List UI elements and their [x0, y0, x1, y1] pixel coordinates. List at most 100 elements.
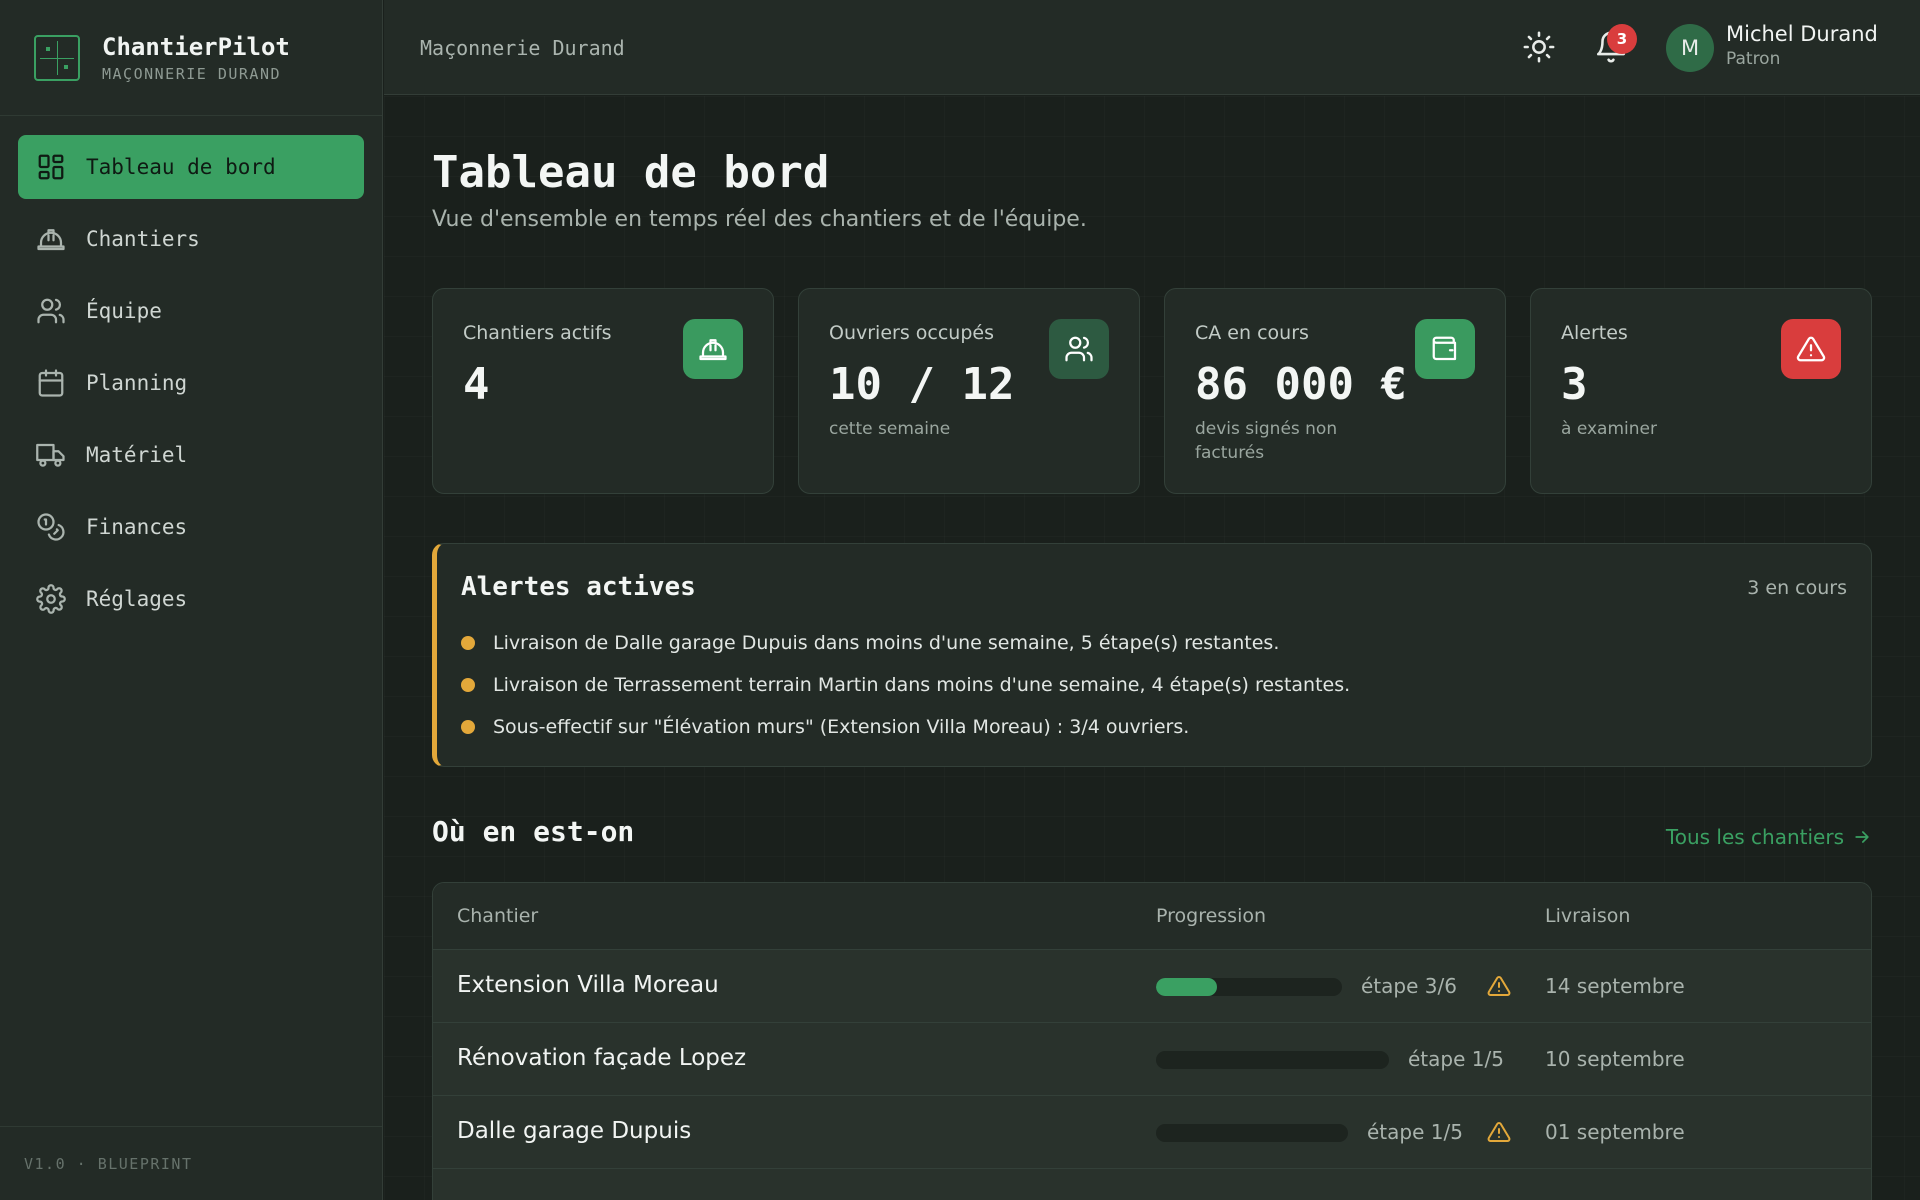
warning-icon [1487, 1120, 1511, 1144]
stat-card-alertes: Alertes 3 à examiner [1530, 288, 1872, 494]
table-row[interactable]: Rénovation façade Lopez étape 1/5 10 sep… [433, 1022, 1871, 1095]
stat-label: Alertes [1561, 322, 1628, 344]
users-icon [37, 298, 65, 324]
progress-fill [1156, 978, 1218, 996]
sidebar-item-finances[interactable]: Finances [18, 495, 364, 559]
wallet-icon [1432, 336, 1457, 361]
arrow-right-icon [1855, 831, 1869, 843]
dashboard-icon [38, 154, 64, 180]
sidebar-item-label: Planning [86, 371, 188, 395]
stat-card-chantiers: Chantiers actifs 4 [432, 288, 774, 494]
brand-logo-icon [34, 34, 80, 81]
project-step: étape 1/5 [1367, 1120, 1463, 1144]
project-name: Dalle garage Dupuis [457, 1118, 692, 1144]
progress-bar [1156, 1124, 1348, 1142]
stat-label: Ouvriers occupés [829, 322, 994, 344]
project-name: Extension Villa Moreau [457, 972, 719, 998]
stat-note: devis signés non facturés [1195, 419, 1338, 463]
alert-dot-icon [461, 636, 475, 650]
hardhat-icon [37, 229, 65, 251]
table-row[interactable]: Dalle garage Dupuis étape 1/5 01 septemb… [433, 1095, 1871, 1168]
sidebar-item-label: Tableau de bord [86, 155, 276, 179]
progress-bar [1156, 1051, 1389, 1069]
calendar-icon [38, 369, 64, 397]
all-projects-link[interactable]: Tous les chantiers [1666, 825, 1872, 849]
brand-subtitle: MAÇONNERIE DURAND [102, 64, 282, 83]
alerts-title: Alertes actives [461, 572, 696, 602]
sidebar-item-label: Finances [86, 515, 188, 539]
sidebar-nav: Tableau de bord Chantiers Équipe Plannin… [0, 116, 382, 658]
stat-icon-badge [1781, 319, 1841, 379]
gear-icon [36, 584, 66, 614]
stat-value: 10 / 12 [829, 359, 1015, 410]
section-title: Où en est-on [432, 815, 635, 848]
project-delivery-date: 10 septembre [1545, 1047, 1685, 1071]
table-header: Chantier Progression Livraison [433, 883, 1871, 949]
coins-icon [37, 513, 65, 541]
sidebar-item-label: Équipe [86, 299, 162, 323]
sidebar: ChantierPilot MAÇONNERIE DURAND Tableau … [0, 0, 383, 1200]
column-header-progression: Progression [1156, 905, 1267, 927]
org-name: Maçonnerie Durand [420, 36, 625, 60]
project-step: étape 3/6 [1361, 974, 1457, 998]
stat-value: 3 [1561, 359, 1588, 410]
brand[interactable]: ChantierPilot MAÇONNERIE DURAND [0, 0, 382, 116]
stat-value: 86 000 € [1195, 359, 1407, 410]
alert-item[interactable]: Livraison de Dalle garage Dupuis dans mo… [461, 632, 1279, 654]
column-header-chantier: Chantier [457, 905, 539, 927]
table-row[interactable] [433, 1168, 1871, 1200]
sidebar-item-equipe[interactable]: Équipe [18, 279, 364, 343]
alert-dot-icon [461, 678, 475, 692]
alert-text: Livraison de Terrassement terrain Martin… [493, 674, 1351, 696]
stat-icon-badge [1415, 319, 1475, 379]
topbar: Maçonnerie Durand 3 M Michel Durand Patr… [384, 0, 1920, 95]
column-header-livraison: Livraison [1545, 905, 1631, 927]
version-label: V1.0 · BLUEPRINT [0, 1126, 382, 1200]
sidebar-item-planning[interactable]: Planning [18, 351, 364, 415]
alert-dot-icon [461, 720, 475, 734]
page-title: Tableau de bord [432, 147, 830, 198]
stat-card-ouvriers: Ouvriers occupés 10 / 12 cette semaine [798, 288, 1140, 494]
stat-value: 4 [463, 359, 490, 410]
warning-icon [1487, 974, 1511, 998]
link-label: Tous les chantiers [1665, 825, 1844, 849]
avatar[interactable]: M [1666, 24, 1714, 72]
stat-card-ca: CA en cours 86 000 € devis signés non fa… [1164, 288, 1506, 494]
alert-item[interactable]: Livraison de Terrassement terrain Martin… [461, 674, 1350, 696]
sidebar-item-materiel[interactable]: Matériel [18, 423, 364, 487]
sidebar-item-dashboard[interactable]: Tableau de bord [18, 135, 364, 199]
stat-label: CA en cours [1195, 322, 1309, 344]
stat-label: Chantiers actifs [463, 322, 612, 344]
table-row[interactable]: Extension Villa Moreau étape 3/6 14 sept… [433, 949, 1871, 1022]
notification-badge: 3 [1607, 24, 1637, 54]
alert-item[interactable]: Sous-effectif sur "Élévation murs" (Exte… [461, 716, 1189, 738]
stat-note: à examiner [1561, 419, 1657, 439]
brand-name: ChantierPilot [102, 32, 290, 61]
alert-text: Sous-effectif sur "Élévation murs" (Exte… [493, 716, 1190, 738]
alerts-count: 3 en cours [1747, 577, 1847, 599]
sidebar-item-reglages[interactable]: Réglages [18, 567, 364, 631]
users-icon [1065, 336, 1093, 362]
project-delivery-date: 14 septembre [1545, 974, 1685, 998]
hardhat-icon [699, 339, 727, 361]
project-delivery-date: 01 septembre [1545, 1120, 1685, 1144]
warning-icon [1796, 336, 1826, 362]
alert-text: Livraison de Dalle garage Dupuis dans mo… [493, 632, 1280, 654]
project-step: étape 1/5 [1408, 1047, 1504, 1071]
truck-icon [36, 443, 65, 467]
stat-note: cette semaine [829, 419, 951, 439]
progress-bar [1156, 978, 1342, 996]
stat-icon-badge [683, 319, 743, 379]
active-alerts-panel: Alertes actives 3 en cours Livraison de … [432, 543, 1872, 767]
project-name: Rénovation façade Lopez [457, 1045, 747, 1071]
user-role: Patron [1726, 49, 1781, 69]
sidebar-item-label: Matériel [86, 443, 188, 467]
projects-table: Chantier Progression Livraison Extension… [432, 882, 1872, 1200]
sun-icon [1523, 31, 1555, 63]
sidebar-item-label: Réglages [86, 587, 188, 611]
sidebar-item-label: Chantiers [86, 227, 200, 251]
theme-toggle-button[interactable] [1522, 30, 1556, 64]
sidebar-item-chantiers[interactable]: Chantiers [18, 207, 364, 271]
user-name[interactable]: Michel Durand [1726, 22, 1878, 46]
page-subtitle: Vue d'ensemble en temps réel des chantie… [432, 207, 1087, 232]
